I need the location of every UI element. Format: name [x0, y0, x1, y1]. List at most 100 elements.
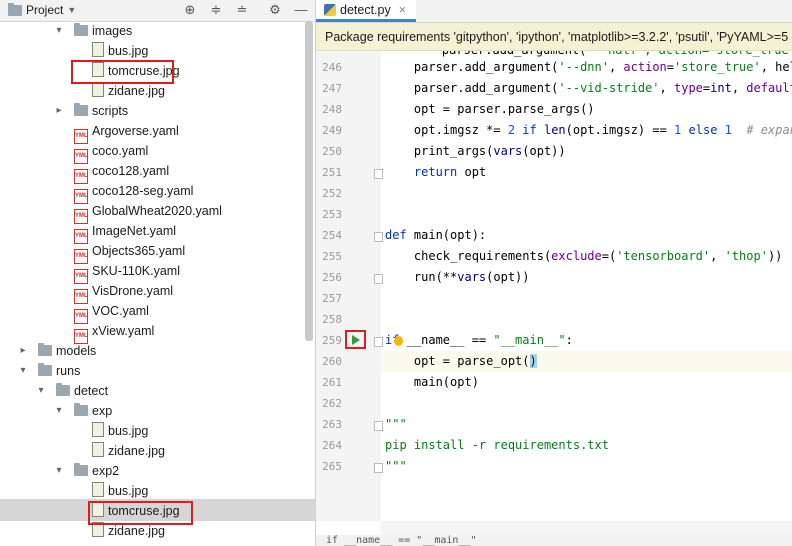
tree-item[interactable]: ▸ models — [20, 341, 96, 361]
run-icon[interactable] — [352, 335, 360, 345]
code-line: parser.add_argument('--dnn', action='sto… — [385, 60, 792, 74]
image-file-icon — [92, 42, 104, 57]
hide-icon[interactable]: — — [293, 2, 309, 18]
tree-item-label: detect — [74, 384, 109, 398]
tree-item[interactable]: ▸ scripts — [56, 101, 128, 121]
gear-icon[interactable]: ⚙ — [267, 2, 283, 18]
tree-item-label: VisDrone.yaml — [92, 284, 174, 298]
image-file-icon — [92, 442, 104, 457]
tree-item[interactable]: YML coco128-seg.yaml — [74, 181, 194, 204]
tree-item-label: bus.jpg — [108, 424, 149, 438]
tree-item[interactable]: YML coco.yaml — [74, 141, 148, 164]
breadcrumb-status: if __name__ == "__main__" — [316, 535, 792, 546]
folder-icon — [74, 23, 88, 36]
tree-item[interactable]: ▾ exp2 — [56, 461, 119, 481]
tree-item[interactable]: YML coco128.yaml — [74, 161, 170, 184]
tree-item[interactable]: zidane.jpg — [92, 81, 165, 101]
project-view-selector[interactable]: Project ▼ — [8, 2, 77, 17]
line-number: 260 — [322, 355, 342, 368]
tree-item-label: coco128.yaml — [92, 164, 170, 178]
code-area[interactable]: parser.add_argument('--half', action='st… — [381, 51, 792, 521]
chevron-right-icon[interactable]: ▸ — [54, 101, 64, 121]
tree-item-label: exp — [92, 404, 113, 418]
fold-marker-icon[interactable] — [374, 232, 383, 242]
code-line: """ — [385, 459, 407, 473]
expand-all-icon[interactable]: ≑ — [208, 2, 224, 18]
locate-icon[interactable]: ⊕ — [182, 2, 198, 18]
tree-item[interactable]: bus.jpg — [92, 41, 148, 61]
fold-marker-icon[interactable] — [374, 463, 383, 473]
tree-item-label: SKU-110K.yaml — [92, 264, 180, 278]
project-title: Project — [26, 3, 64, 17]
tree-item[interactable]: YML VOC.yaml — [74, 301, 149, 324]
python-file-icon — [324, 4, 336, 16]
tree-item[interactable]: YML GlobalWheat2020.yaml — [74, 201, 222, 224]
line-number: 254 — [322, 229, 342, 242]
fold-marker-icon[interactable] — [374, 274, 383, 284]
tree-item-label: zidane.jpg — [108, 84, 165, 98]
tree-item[interactable]: ▾ detect — [38, 381, 109, 401]
tree-item-label: xView.yaml — [92, 324, 155, 338]
chevron-down-icon[interactable]: ▾ — [18, 361, 28, 381]
chevron-down-icon[interactable]: ▾ — [54, 461, 64, 481]
lightbulb-icon[interactable] — [394, 336, 403, 346]
code-line: opt.imgsz *= 2 if len(opt.imgsz) == 1 el… — [385, 123, 792, 137]
code-line: pip install -r requirements.txt — [385, 438, 609, 452]
chevron-right-icon[interactable]: ▸ — [18, 341, 28, 361]
image-file-icon — [92, 82, 104, 97]
folder-icon — [38, 363, 52, 376]
tree-item[interactable]: YML Argoverse.yaml — [74, 121, 179, 144]
folder-icon — [74, 103, 88, 116]
tree-item-label: ImageNet.yaml — [92, 224, 177, 238]
tree-item-label: bus.jpg — [108, 484, 149, 498]
code-line: check_requirements(exclude=('tensorboard… — [385, 249, 783, 263]
chevron-down-icon: ▼ — [67, 5, 77, 15]
fold-marker-icon[interactable] — [374, 169, 383, 179]
chevron-down-icon[interactable]: ▾ — [36, 381, 46, 401]
folder-icon — [38, 343, 52, 356]
code-line: return opt — [413, 165, 487, 179]
line-number: 263 — [322, 418, 342, 431]
tree-item[interactable]: YML ImageNet.yaml — [74, 221, 177, 244]
line-number: 258 — [322, 313, 342, 326]
highlight-box-tomcruse-images — [71, 60, 174, 84]
tree-item-label: zidane.jpg — [108, 524, 165, 538]
line-number: 256 — [322, 271, 342, 284]
tree-item[interactable]: YML SKU-110K.yaml — [74, 261, 180, 284]
line-number: 259 — [322, 334, 342, 347]
editor: detect.py × Package requirements 'gitpyth… — [316, 0, 792, 546]
line-number: 250 — [322, 145, 342, 158]
code-line: run(**vars(opt)) — [385, 270, 530, 284]
tree-item[interactable]: YML VisDrone.yaml — [74, 281, 174, 304]
scrollbar[interactable] — [305, 21, 313, 341]
collapse-all-icon[interactable]: ≐ — [234, 2, 250, 18]
highlight-box-tomcruse-exp2 — [88, 501, 193, 525]
line-number: 265 — [322, 460, 342, 473]
image-file-icon — [92, 482, 104, 497]
tab-detect-py[interactable]: detect.py × — [316, 0, 416, 22]
code-line: opt = parse_opt() — [385, 354, 537, 368]
fold-marker-icon[interactable] — [374, 421, 383, 431]
line-number: 251 — [322, 166, 342, 179]
tree-item[interactable]: bus.jpg — [92, 481, 148, 501]
chevron-down-icon[interactable]: ▾ — [54, 401, 64, 421]
tree-item[interactable]: YML xView.yaml — [74, 321, 155, 344]
tree-item[interactable]: YML Objects365.yaml — [74, 241, 185, 264]
tree-item[interactable]: ▾ exp — [56, 401, 113, 421]
tree-item[interactable]: ▾ runs — [20, 361, 80, 381]
tree-item[interactable]: bus.jpg — [92, 421, 148, 441]
close-icon[interactable]: × — [399, 3, 406, 17]
horizontal-scrollbar[interactable] — [381, 521, 792, 535]
code-line: print_args(vars(opt)) — [385, 144, 566, 158]
tab-label: detect.py — [340, 3, 391, 17]
image-file-icon — [92, 422, 104, 437]
tree-item-label: GlobalWheat2020.yaml — [92, 204, 222, 218]
tree-item[interactable]: zidane.jpg — [92, 441, 165, 461]
tree-item-label: coco128-seg.yaml — [92, 184, 194, 198]
tree-item-label: bus.jpg — [108, 44, 149, 58]
requirements-notification: Package requirements 'gitpython', 'ipyth… — [316, 23, 792, 51]
fold-marker-icon[interactable] — [374, 337, 383, 347]
folder-icon — [74, 403, 88, 416]
chevron-down-icon[interactable]: ▾ — [54, 21, 64, 41]
tree-item[interactable]: ▾ images — [56, 21, 132, 41]
